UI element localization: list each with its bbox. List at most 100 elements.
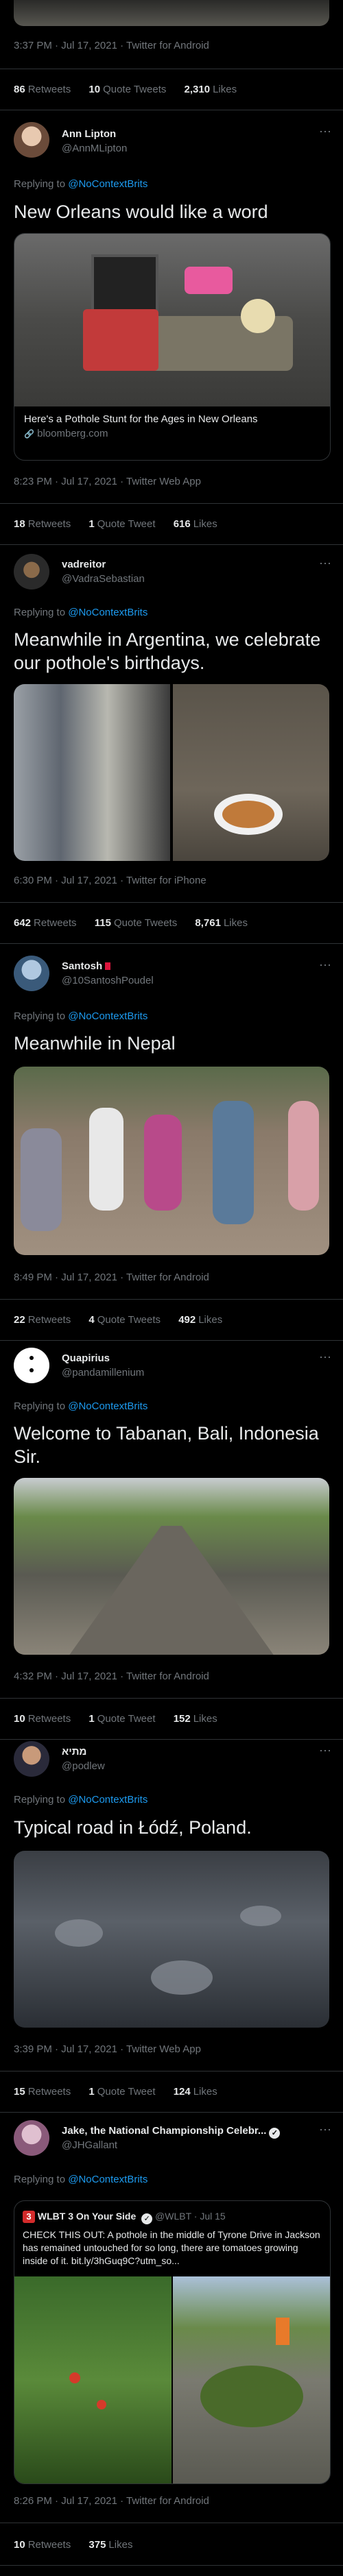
retweets-count[interactable]: 10 Retweets <box>14 1713 71 1725</box>
quoted-tweet[interactable]: 3 WLBT 3 On Your Side ✓ @WLBT · Jul 15 C… <box>14 2200 331 2484</box>
verified-icon: ✓ <box>141 2213 153 2224</box>
avatar[interactable] <box>14 122 49 158</box>
quote-handle-date: @WLBT · Jul 15 <box>155 2211 226 2222</box>
author-name[interactable]: Santosh <box>62 960 111 972</box>
likes-count[interactable]: 2,310 Likes <box>185 84 237 95</box>
likes-count[interactable]: 152 Likes <box>174 1713 217 1725</box>
reply-mention-link[interactable]: @NoContextBrits <box>68 178 147 190</box>
tweet-stats: 18 Retweets 1 Quote Tweet 616 Likes <box>14 518 233 530</box>
author-handle[interactable]: @JHGallant <box>62 2139 117 2151</box>
tweet-stats: 642 Retweets 115 Quote Tweets 8,761 Likes <box>14 917 263 929</box>
divider <box>0 2112 343 2113</box>
likes-count[interactable]: 8,761 Likes <box>195 917 248 929</box>
avatar[interactable] <box>14 1348 49 1383</box>
quote-text: CHECK THIS OUT: A pothole in the middle … <box>23 2229 320 2266</box>
quote-media-image[interactable] <box>14 2276 172 2483</box>
tweet-meta: 6:30 PM · Jul 17, 2021 · Twitter for iPh… <box>14 875 206 886</box>
retweets-count[interactable]: 86 Retweets <box>14 84 71 95</box>
author-name[interactable]: Ann Lipton <box>62 128 116 140</box>
quotes-count[interactable]: 1 Quote Tweet <box>88 518 155 530</box>
divider <box>0 544 343 545</box>
media-image[interactable] <box>14 1851 329 2028</box>
divider <box>0 902 343 903</box>
tweet-stats: 10 Retweets 375 Likes <box>14 2539 147 2551</box>
retweets-count[interactable]: 18 Retweets <box>14 518 71 530</box>
retweets-count[interactable]: 22 Retweets <box>14 1314 71 1326</box>
more-icon[interactable]: ⋯ <box>319 958 332 973</box>
tweet-stats: 15 Retweets 1 Quote Tweet 124 Likes <box>14 2086 233 2098</box>
avatar[interactable] <box>14 2120 49 2156</box>
avatar[interactable] <box>14 956 49 991</box>
tweet-meta: 8:26 PM · Jul 17, 2021 · Twitter for And… <box>14 2495 209 2507</box>
author-name[interactable]: מתיא <box>62 1746 86 1758</box>
link-card[interactable]: Here's a Pothole Stunt for the Ages in N… <box>14 233 331 461</box>
reply-mention-link[interactable]: @NoContextBrits <box>68 1010 147 1022</box>
more-icon[interactable]: ⋯ <box>319 2123 332 2137</box>
quotes-count[interactable]: 1 Quote Tweet <box>88 2086 155 2098</box>
media-image[interactable] <box>14 1478 329 1655</box>
tweet-text: New Orleans would like a word <box>14 202 268 222</box>
replying-to: Replying to @NoContextBrits <box>14 1794 148 1806</box>
avatar[interactable] <box>14 554 49 590</box>
reply-mention-link[interactable]: @NoContextBrits <box>68 2174 147 2185</box>
tweet-stats: 86 Retweets 10 Quote Tweets 2,310 Likes <box>14 84 252 95</box>
tweet-stats: 10 Retweets 1 Quote Tweet 152 Likes <box>14 1713 233 1725</box>
tweet-meta: 8:23 PM · Jul 17, 2021 · Twitter Web App <box>14 476 201 487</box>
card-title: Here's a Pothole Stunt for the Ages in N… <box>24 413 258 425</box>
likes-count[interactable]: 616 Likes <box>174 518 217 530</box>
author-handle[interactable]: @podlew <box>62 1760 105 1772</box>
media-gallery[interactable] <box>14 684 329 861</box>
retweets-count[interactable]: 10 Retweets <box>14 2539 71 2551</box>
media-image[interactable] <box>14 0 329 26</box>
more-icon[interactable]: ⋯ <box>319 1744 332 1758</box>
reply-mention-link[interactable]: @NoContextBrits <box>68 607 147 618</box>
tweet-text: Welcome to Tabanan, Bali, Indonesia Sir. <box>14 1423 319 1467</box>
quote-header: 3 WLBT 3 On Your Side ✓ @WLBT · Jul 15 <box>23 2211 226 2224</box>
media-image[interactable] <box>173 684 329 861</box>
divider <box>0 1340 343 1341</box>
media-image[interactable] <box>14 684 170 861</box>
more-icon[interactable]: ⋯ <box>319 1350 332 1365</box>
avatar[interactable] <box>14 1741 49 1777</box>
replying-to: Replying to @NoContextBrits <box>14 178 148 190</box>
quotes-count[interactable]: 1 Quote Tweet <box>88 1713 155 1725</box>
replying-to: Replying to @NoContextBrits <box>14 607 148 618</box>
likes-count[interactable]: 492 Likes <box>178 1314 222 1326</box>
quote-author-name: WLBT 3 On Your Side <box>37 2211 137 2222</box>
author-handle[interactable]: @10SantoshPoudel <box>62 975 154 986</box>
reply-mention-link[interactable]: @NoContextBrits <box>68 1400 147 1412</box>
more-icon[interactable]: ⋯ <box>319 125 332 139</box>
quotes-count[interactable]: 115 Quote Tweets <box>95 917 177 929</box>
more-icon[interactable]: ⋯ <box>319 557 332 571</box>
quotes-count[interactable]: 10 Quote Tweets <box>88 84 166 95</box>
divider <box>0 2565 343 2566</box>
tweet-text: Meanwhile in Nepal <box>14 1033 176 1054</box>
card-domain: 🔗 bloomberg.com <box>24 428 108 439</box>
quotes-count[interactable]: 4 Quote Tweets <box>88 1314 161 1326</box>
tweet-meta: 4:32 PM · Jul 17, 2021 · Twitter for And… <box>14 1670 209 1682</box>
author-name[interactable]: Quapirius <box>62 1352 110 1364</box>
reply-mention-link[interactable]: @NoContextBrits <box>68 1794 147 1806</box>
media-image[interactable] <box>14 1067 329 1255</box>
likes-count[interactable]: 124 Likes <box>174 2086 217 2098</box>
author-name[interactable]: Jake, the National Championship Celebr..… <box>62 2125 281 2139</box>
author-handle[interactable]: @pandamillenium <box>62 1367 144 1378</box>
author-handle[interactable]: @AnnMLipton <box>62 143 127 154</box>
likes-count[interactable]: 375 Likes <box>88 2539 132 2551</box>
author-handle[interactable]: @VadraSebastian <box>62 573 145 585</box>
retweets-count[interactable]: 642 Retweets <box>14 917 77 929</box>
flag-icon <box>105 962 111 970</box>
card-image <box>14 234 330 406</box>
tweet-meta: 3:39 PM · Jul 17, 2021 · Twitter Web App <box>14 2043 201 2055</box>
divider <box>0 1299 343 1300</box>
tweet-meta: 3:37 PM · Jul 17, 2021 · Twitter for And… <box>14 40 209 51</box>
retweets-count[interactable]: 15 Retweets <box>14 2086 71 2098</box>
replying-to: Replying to @NoContextBrits <box>14 2174 148 2185</box>
tweet-text: Meanwhile in Argentina, we celebrate our… <box>14 629 321 673</box>
quote-media-image[interactable] <box>173 2276 330 2483</box>
author-name[interactable]: vadreitor <box>62 559 106 570</box>
tweet-text: Typical road in Łódź, Poland. <box>14 1817 252 1838</box>
link-icon: 🔗 <box>24 429 34 439</box>
replying-to: Replying to @NoContextBrits <box>14 1400 148 1412</box>
divider <box>0 1739 343 1740</box>
